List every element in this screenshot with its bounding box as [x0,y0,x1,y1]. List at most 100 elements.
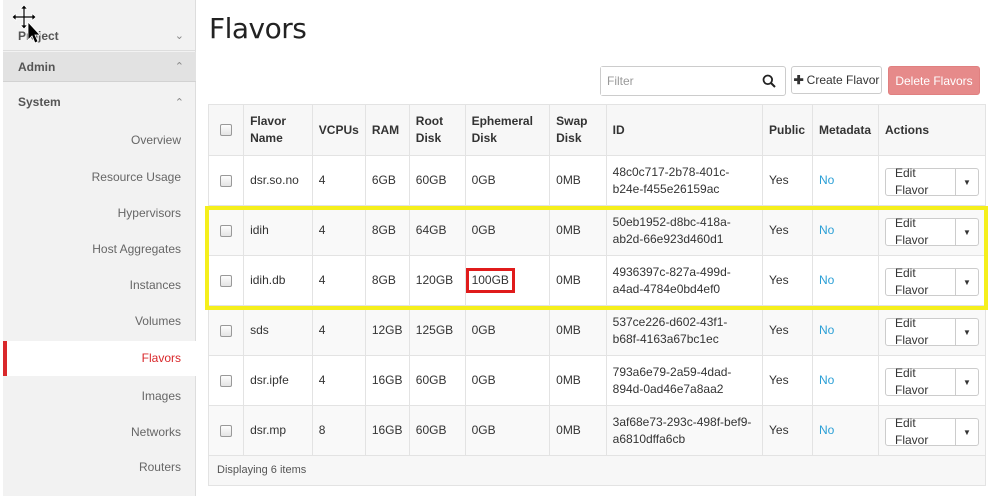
sidebar: Project ⌄ Admin ⌃ System ⌃ Overview Reso… [3,0,196,496]
edit-flavor-group: Edit Flavor ▼ [885,366,979,397]
metadata-link[interactable]: No [819,323,834,337]
cell-ram: 6GB [364,155,410,206]
cell-swap-disk: 0MB [549,355,607,406]
cell-public: Yes [762,205,813,256]
header-public[interactable]: Public [762,104,813,156]
row-checkbox[interactable] [220,224,233,237]
search-icon[interactable] [762,74,776,88]
filter-input[interactable] [601,67,751,95]
delete-flavors-label: Delete Flavors [895,73,973,88]
cell-vcpus: 8 [311,405,366,456]
edit-flavor-button[interactable]: Edit Flavor [886,166,956,197]
move-cursor-icon [11,4,41,44]
sidebar-section-admin[interactable]: Admin ⌃ [3,52,196,82]
edit-flavor-group: Edit Flavor ▼ [885,316,979,347]
cell-swap-disk: 0MB [549,255,607,306]
header-ephemeral-disk[interactable]: Ephemeral Disk [464,104,551,156]
sidebar-item-resource-usage[interactable]: Resource Usage [3,168,196,186]
header-actions: Actions [878,104,986,156]
row-checkbox[interactable] [220,324,233,337]
cell-ram: 8GB [364,205,410,256]
cell-swap-disk: 0MB [549,155,607,206]
cell-id: 50eb1952-d8bc-418a-ab2d-66e923d460d1 [605,205,764,256]
sidebar-section-label: Admin [18,59,56,74]
edit-flavor-button[interactable]: Edit Flavor [886,316,956,347]
cell-ephemeral-disk: 0GB [464,405,551,456]
table-row: dsr.so.no 4 6GB 60GB 0GB 0MB 48c0c717-2b… [207,155,986,206]
caret-down-icon[interactable]: ▼ [956,319,978,345]
table-row: dsr.ipfe 4 16GB 60GB 0GB 0MB 793a6e79-2a… [207,355,986,406]
header-ram[interactable]: RAM [364,104,410,156]
cell-root-disk: 64GB [408,205,466,256]
select-all-cell [207,104,245,156]
row-checkbox[interactable] [220,274,233,287]
cell-vcpus: 4 [311,305,366,356]
metadata-link[interactable]: No [819,273,834,287]
header-flavor-name[interactable]: Flavor Name [243,104,313,156]
cell-public: Yes [762,255,813,306]
table-footer-row: Displaying 6 items [208,455,986,486]
cell-flavor-name: idih.db [243,255,313,306]
cell-id: 537ce226-d602-43f1- b68f-4163a67bc1ec [605,305,764,356]
cell-flavor-name: sds [243,305,313,356]
page-title: Flavors [209,12,307,45]
caret-down-icon[interactable]: ▼ [956,169,978,195]
sidebar-item-networks[interactable]: Networks [3,423,196,441]
chevron-up-icon: ⌃ [174,96,184,109]
metadata-link[interactable]: No [819,423,834,437]
metadata-link[interactable]: No [819,373,834,387]
caret-down-icon[interactable]: ▼ [956,369,978,395]
edit-flavor-button[interactable]: Edit Flavor [886,266,956,297]
cell-ram: 16GB [364,405,410,456]
cell-root-disk: 125GB [408,305,466,356]
cell-flavor-name: dsr.mp [243,405,313,456]
cell-root-disk: 60GB [408,355,466,406]
edit-flavor-button[interactable]: Edit Flavor [886,216,956,247]
header-metadata[interactable]: Metadata [811,104,880,156]
caret-down-icon[interactable]: ▼ [956,419,978,445]
row-checkbox[interactable] [220,424,233,437]
sidebar-item-host-aggregates[interactable]: Host Aggregates [3,240,196,258]
table-row: idih 4 8GB 64GB 0GB 0MB 50eb1952-d8bc-41… [207,205,986,256]
cell-vcpus: 4 [311,205,366,256]
header-swap-disk[interactable]: Swap Disk [549,104,607,156]
edit-flavor-button[interactable]: Edit Flavor [886,366,956,397]
sidebar-section-system[interactable]: System ⌃ [3,87,196,117]
sidebar-item-flavors[interactable]: Flavors [3,341,196,376]
cell-swap-disk: 0MB [549,205,607,256]
sidebar-item-routers[interactable]: Routers [3,458,196,476]
delete-flavors-button[interactable]: Delete Flavors [888,66,980,95]
row-checkbox[interactable] [220,174,233,187]
header-root-disk[interactable]: Root Disk [408,104,466,156]
sidebar-item-instances[interactable]: Instances [3,276,196,294]
cell-vcpus: 4 [311,255,366,306]
select-all-checkbox[interactable] [220,124,233,137]
cell-ram: 16GB [364,355,410,406]
cell-ephemeral-disk: 0GB [464,305,551,356]
header-id[interactable]: ID [605,104,764,156]
sidebar-item-volumes[interactable]: Volumes [3,312,196,330]
sidebar-section-label: System [18,95,61,109]
caret-down-icon[interactable]: ▼ [956,219,978,245]
cell-ephemeral-disk: 0GB [464,355,551,406]
edit-flavor-button[interactable]: Edit Flavor [886,416,956,447]
cell-root-disk: 60GB [408,155,466,206]
cell-public: Yes [762,355,813,406]
cell-ephemeral-disk: 0GB [464,205,551,256]
caret-down-icon[interactable]: ▼ [956,269,978,295]
cell-ram: 12GB [364,305,410,356]
metadata-link[interactable]: No [819,223,834,237]
metadata-link[interactable]: No [819,173,834,187]
sidebar-item-images[interactable]: Images [3,387,196,405]
cell-id: 4936397c-827a-499d-a4ad-4784e0bd4ef0 [605,255,764,306]
row-checkbox[interactable] [220,374,233,387]
header-vcpus[interactable]: VCPUs [311,104,366,156]
sidebar-item-overview[interactable]: Overview [3,131,196,149]
create-flavor-button[interactable]: ✚ Create Flavor [791,66,882,94]
chevron-up-icon: ⌃ [174,61,184,73]
cell-id: 48c0c717-2b78-401c-b24e-f455e26159ac [605,155,764,206]
cell-flavor-name: dsr.ipfe [243,355,313,406]
sidebar-item-hypervisors[interactable]: Hypervisors [3,204,196,222]
cell-vcpus: 4 [311,355,366,406]
cell-id: 793a6e79-2a59-4dad- 894d-0ad46e7a8aa2 [605,355,764,406]
